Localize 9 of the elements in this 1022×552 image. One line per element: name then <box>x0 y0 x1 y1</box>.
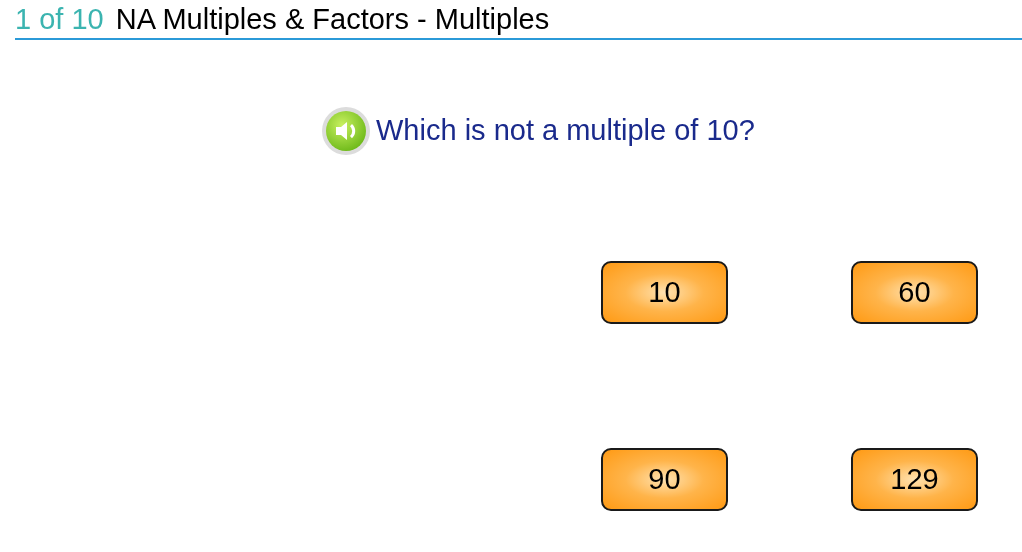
question-text: Which is not a multiple of 10? <box>376 113 755 149</box>
answer-button[interactable]: 129 <box>851 448 978 511</box>
speaker-icon <box>325 110 367 152</box>
answer-button[interactable]: 10 <box>601 261 728 324</box>
lesson-title: NA Multiples & Factors - Multiples <box>115 2 550 36</box>
speaker-button[interactable] <box>322 107 370 155</box>
progress-counter: 1 of 10 <box>15 2 104 36</box>
answer-button[interactable]: 90 <box>601 448 728 511</box>
answer-button[interactable]: 60 <box>851 261 978 324</box>
